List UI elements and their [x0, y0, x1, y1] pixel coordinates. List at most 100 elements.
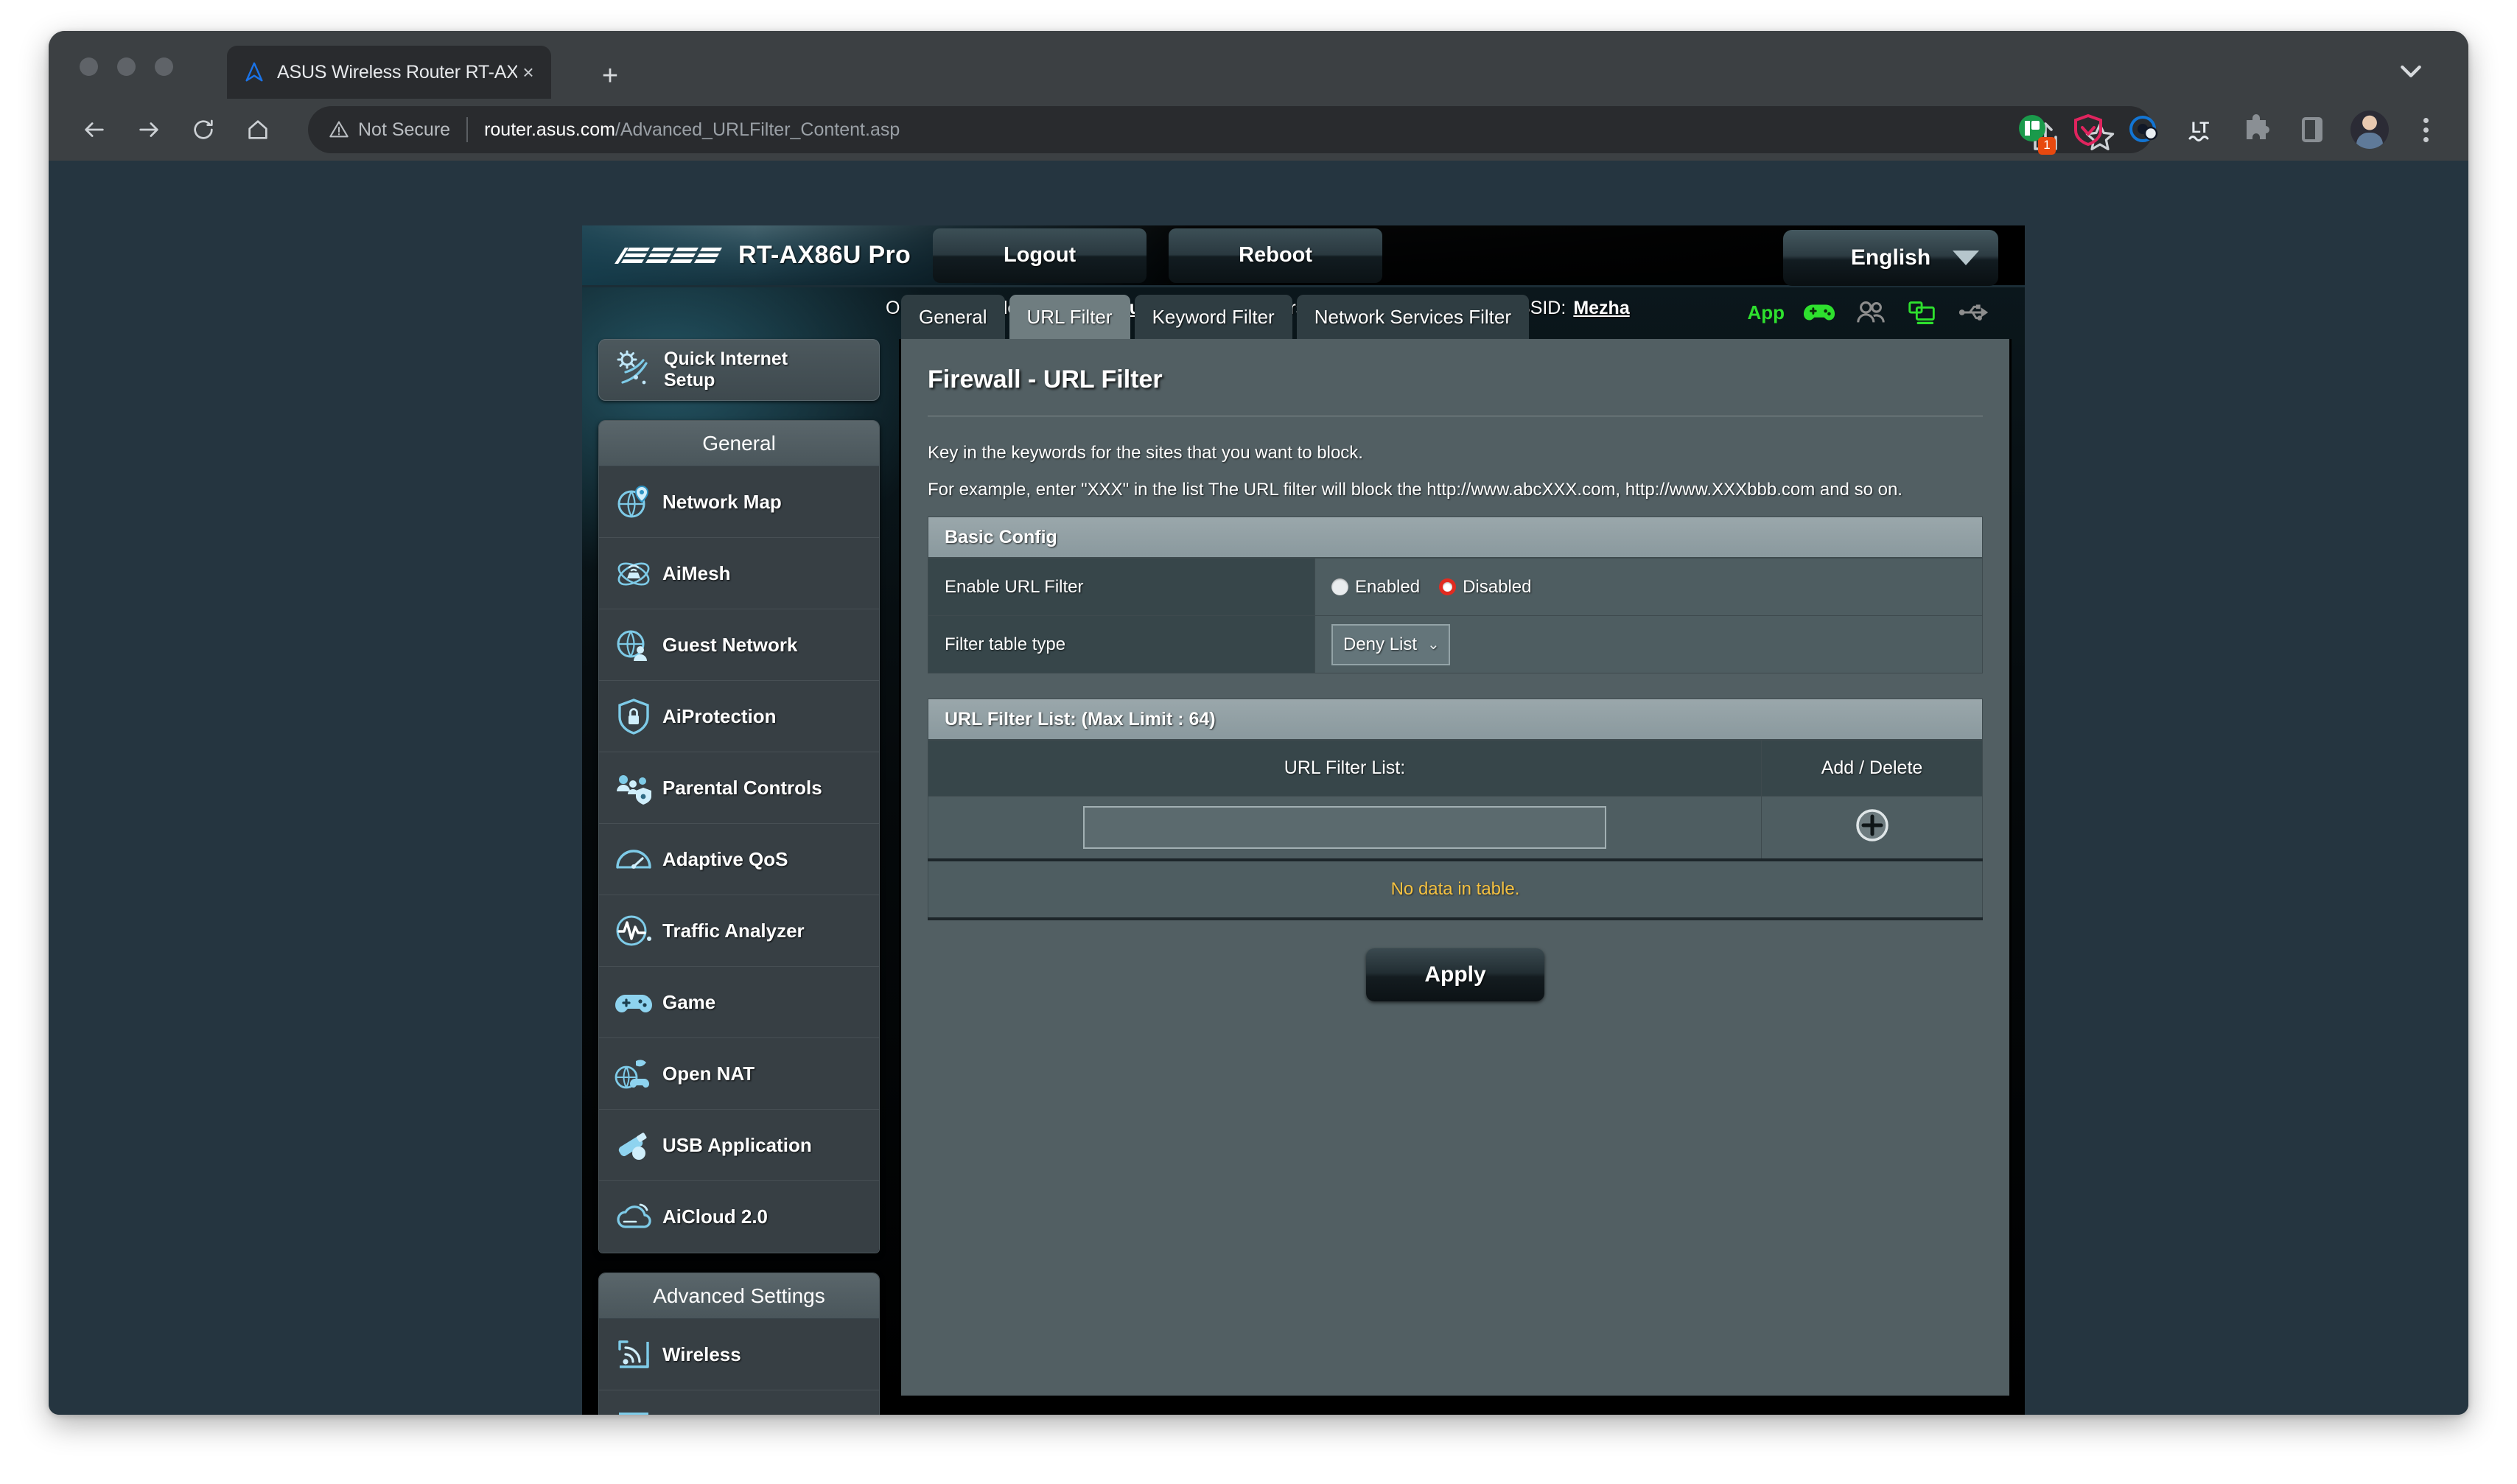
sidebar-item-quick-internet-setup[interactable]: Quick Internet Setup: [598, 339, 880, 401]
table-row: Enable URL Filter Enabled Disabled: [928, 558, 1983, 616]
sidebar-item-open-nat[interactable]: Open NAT: [599, 1038, 879, 1110]
shield-lock-icon: [612, 695, 655, 738]
reload-button[interactable]: [183, 109, 224, 150]
content-tabs: General URL Filter Keyword Filter Networ…: [901, 295, 1529, 339]
add-entry-cell: [1761, 796, 1983, 860]
filter-table-type-select[interactable]: Deny List ⌄: [1331, 623, 1450, 665]
aimesh-icon: [612, 552, 655, 595]
sidebar-item-guest-network[interactable]: Guest Network: [599, 609, 879, 681]
tab-network-services-filter[interactable]: Network Services Filter: [1296, 295, 1529, 339]
column-header-url: URL Filter List:: [928, 740, 1762, 797]
back-button[interactable]: [74, 109, 115, 150]
extension-badge-count: 1: [2038, 137, 2056, 155]
table-header-row: URL Filter List: Add / Delete: [928, 740, 1983, 797]
not-secure-warning-icon: [329, 121, 349, 138]
svg-text:LT: LT: [2191, 119, 2209, 136]
privacy-extension-icon[interactable]: [2126, 112, 2162, 147]
close-tab-button[interactable]: ×: [517, 63, 539, 82]
page-viewport: RT-AX86U Pro Logout Reboot English Opera…: [49, 161, 2468, 1415]
filter-table-type-selected: Deny List: [1343, 634, 1418, 654]
browser-tab-strip: ASUS Wireless Router RT-AX8 × +: [49, 31, 2468, 99]
language-selector-label: English: [1850, 245, 1931, 270]
description-line-1: Key in the keywords for the sites that y…: [928, 443, 1363, 463]
extension-icons: 1 LT: [2014, 108, 2442, 155]
usb-drive-icon: [612, 1124, 655, 1166]
app-label[interactable]: App: [1747, 301, 1785, 324]
home-button[interactable]: [237, 109, 279, 150]
not-secure-label: Not Secure: [358, 119, 451, 140]
new-tab-button[interactable]: +: [594, 62, 626, 94]
plus-circle-icon[interactable]: [1855, 808, 1890, 843]
window-traffic-lights[interactable]: [80, 57, 173, 76]
filter-table-type-label: Filter table type: [928, 615, 1315, 673]
logout-button[interactable]: Logout: [933, 228, 1147, 283]
tab-keyword-filter[interactable]: Keyword Filter: [1134, 295, 1292, 339]
side-panel-icon[interactable]: [2294, 112, 2330, 147]
open-nat-icon: [612, 1052, 655, 1095]
url-filter-input[interactable]: [1083, 805, 1606, 849]
tab-general[interactable]: General: [901, 295, 1005, 339]
omnibox-divider: [466, 117, 469, 142]
sidebar-item-adaptive-qos[interactable]: Adaptive QoS: [599, 824, 879, 895]
sidebar-item-traffic-analyzer[interactable]: Traffic Analyzer: [599, 895, 879, 967]
password-manager-extension-icon[interactable]: [2070, 112, 2106, 147]
minimize-window-button[interactable]: [117, 57, 136, 76]
sidebar-group-advanced-settings: Advanced Settings Wireless LAN: [598, 1273, 880, 1415]
chevron-down-icon: ⌄: [1427, 637, 1440, 653]
radio-disabled[interactable]: Disabled: [1439, 577, 1531, 598]
asus-router-ui: RT-AX86U Pro Logout Reboot English Opera…: [582, 225, 2025, 1415]
forward-button[interactable]: [128, 109, 169, 150]
usb-icon[interactable]: [1957, 298, 1991, 327]
browser-menu-button[interactable]: [2409, 111, 2442, 149]
languagetool-extension-icon[interactable]: LT: [2182, 112, 2218, 147]
reboot-button[interactable]: Reboot: [1169, 228, 1383, 283]
browser-tab[interactable]: ASUS Wireless Router RT-AX8 ×: [227, 46, 551, 99]
sidebar-group-general: General Network Map AiMesh Guest Network…: [598, 420, 880, 1253]
tab-url-filter[interactable]: URL Filter: [1009, 295, 1130, 339]
ssid-value[interactable]: Mezha: [1573, 298, 1629, 319]
url-filter-input-cell: [928, 796, 1762, 860]
column-header-add-delete: Add / Delete: [1761, 740, 1983, 797]
apply-button[interactable]: Apply: [1366, 948, 1544, 1001]
chevron-down-icon[interactable]: [2396, 56, 2426, 85]
traffic-analyzer-icon: [612, 909, 655, 952]
radio-enabled[interactable]: Enabled: [1331, 577, 1420, 598]
router-sidebar: Quick Internet Setup General Network Map: [598, 339, 880, 1415]
notes-extension-icon[interactable]: 1: [2014, 112, 2056, 155]
sidebar-item-usb-application[interactable]: USB Application: [599, 1110, 879, 1181]
sidebar-item-wireless[interactable]: Wireless: [599, 1319, 879, 1390]
router-status-icons: App: [1747, 295, 1991, 330]
language-selector[interactable]: English: [1783, 230, 1998, 286]
extensions-puzzle-icon[interactable]: [2238, 112, 2274, 147]
sidebar-group-title: General: [599, 421, 879, 466]
sidebar-item-game[interactable]: Game: [599, 967, 879, 1038]
sidebar-item-aimesh[interactable]: AiMesh: [599, 538, 879, 609]
users-icon[interactable]: [1854, 298, 1888, 327]
gamepad-icon[interactable]: [1802, 298, 1836, 327]
basic-config-section-header: Basic Config: [928, 517, 1983, 558]
url-filter-list-section-header: URL Filter List: (Max Limit : 64): [928, 699, 1983, 740]
radio-dot-enabled[interactable]: [1331, 578, 1348, 595]
router-model-name: RT-AX86U Pro: [738, 241, 911, 269]
sidebar-item-label: AiCloud 2.0: [662, 1205, 769, 1228]
sidebar-item-aiprotection[interactable]: AiProtection: [599, 681, 879, 752]
monitor-icon[interactable]: [1905, 298, 1939, 327]
empty-message: No data in table.: [928, 858, 1983, 920]
radio-dot-disabled[interactable]: [1439, 578, 1457, 595]
table-row: Filter table type Deny List ⌄: [928, 615, 1983, 673]
url-filter-list-table: URL Filter List: Add / Delete No data in…: [928, 740, 1983, 920]
enable-url-filter-label: Enable URL Filter: [928, 558, 1315, 616]
main-content-panel: General URL Filter Keyword Filter Networ…: [899, 295, 2012, 1398]
sidebar-item-label: AiMesh: [662, 561, 731, 584]
sidebar-item-lan[interactable]: LAN: [599, 1390, 879, 1415]
address-bar[interactable]: Not Secure router.asus.com/Advanced_URLF…: [308, 106, 2153, 153]
sidebar-item-aicloud[interactable]: AiCloud 2.0: [599, 1181, 879, 1253]
network-map-icon: [612, 480, 655, 523]
profile-avatar[interactable]: [2350, 111, 2389, 149]
maximize-window-button[interactable]: [155, 57, 173, 76]
close-window-button[interactable]: [80, 57, 98, 76]
gauge-icon: [612, 838, 655, 881]
sidebar-item-label: Wireless: [662, 1343, 741, 1365]
sidebar-item-parental-controls[interactable]: Parental Controls: [599, 752, 879, 824]
sidebar-item-network-map[interactable]: Network Map: [599, 466, 879, 538]
